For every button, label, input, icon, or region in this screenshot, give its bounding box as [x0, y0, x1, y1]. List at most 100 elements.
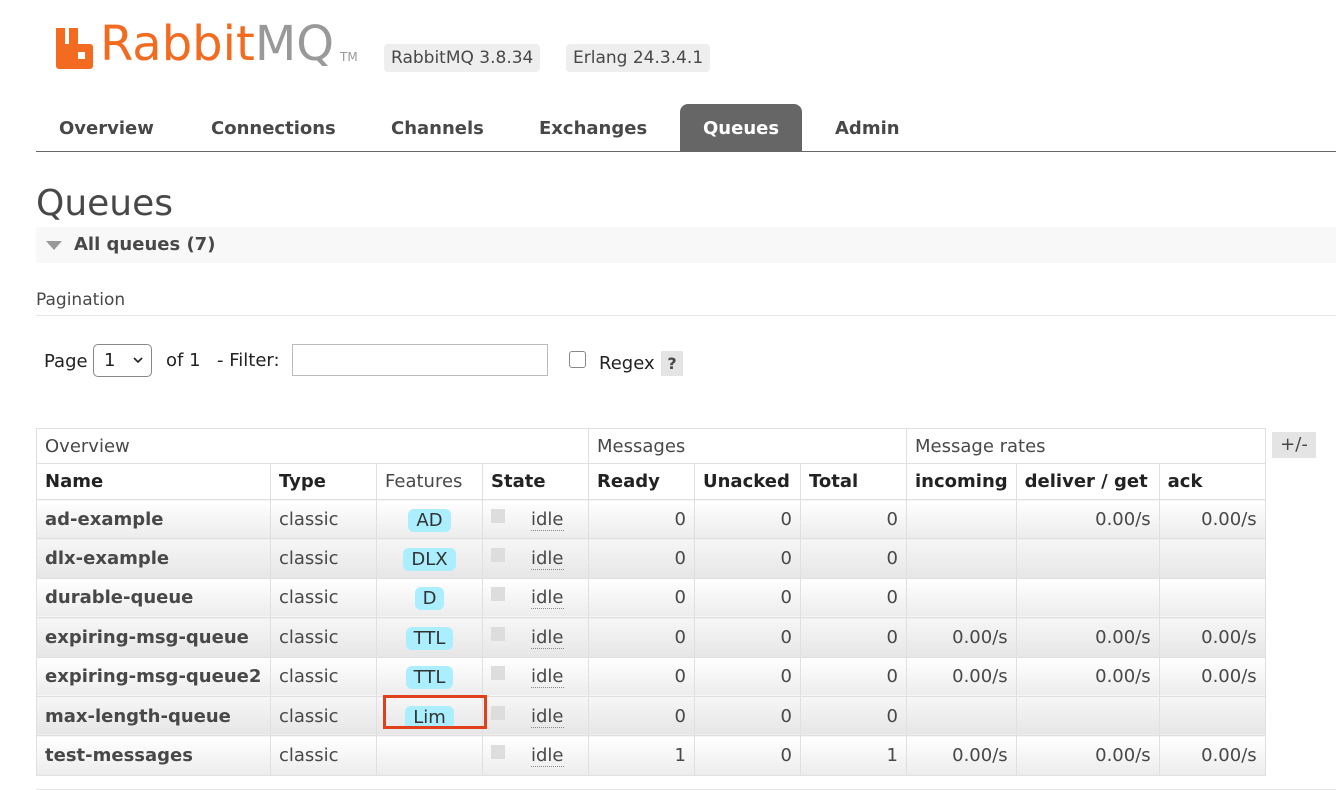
incoming-rate	[906, 498, 1017, 540]
table-row: expiring-msg-queue classic TTL idle 0 0 …	[36, 617, 1266, 658]
queue-name-link[interactable]: durable-queue	[36, 577, 271, 619]
page-label: Page	[44, 350, 88, 372]
unacked-count: 0	[694, 617, 801, 658]
column-header-ack[interactable]: ack	[1158, 463, 1266, 500]
feature-badge[interactable]: DLX	[403, 548, 456, 572]
tab-channels[interactable]: Channels	[368, 104, 507, 151]
unacked-count: 0	[694, 498, 801, 540]
total-count: 0	[800, 498, 907, 540]
feature-badge[interactable]: AD	[408, 508, 451, 532]
tab-queues[interactable]: Queues	[680, 104, 803, 151]
ack-rate	[1158, 577, 1266, 619]
state-cell: idle	[482, 735, 589, 776]
unacked-count: 0	[694, 577, 801, 619]
state-label[interactable]: idle	[531, 508, 564, 531]
queue-name-link[interactable]: expiring-msg-queue	[36, 617, 271, 658]
page-select[interactable]: 1	[93, 344, 152, 377]
ready-count: 0	[588, 577, 695, 619]
state-indicator	[491, 548, 505, 563]
total-count: 1	[800, 735, 907, 776]
column-header-total[interactable]: Total	[800, 463, 907, 500]
queue-name-link[interactable]: expiring-msg-queue2	[36, 656, 271, 697]
feature-badge[interactable]: TTL	[405, 666, 454, 690]
deliver-get-rate	[1015, 577, 1160, 619]
filter-input[interactable]	[292, 344, 548, 376]
state-label[interactable]: idle	[531, 705, 564, 728]
features-cell: TTL	[376, 617, 483, 658]
column-header-name[interactable]: Name	[36, 463, 271, 500]
regex-help-button[interactable]: ?	[661, 351, 683, 376]
column-header-deliver-get[interactable]: deliver / get	[1015, 463, 1160, 500]
ready-count: 0	[588, 498, 695, 540]
state-cell: idle	[482, 617, 589, 658]
regex-label: Regex	[599, 353, 655, 374]
all-queues-section-toggle[interactable]: All queues (7)	[36, 227, 1336, 263]
ready-count: 0	[588, 695, 695, 737]
total-count: 0	[800, 656, 907, 697]
tab-exchanges[interactable]: Exchanges	[516, 104, 670, 151]
column-header-state[interactable]: State	[482, 463, 589, 500]
tab-connections[interactable]: Connections	[188, 104, 359, 151]
trademark-label: TM	[340, 50, 358, 64]
state-label[interactable]: idle	[531, 745, 564, 768]
table-row: ad-example classic AD idle 0 0 0 0.00/s …	[36, 498, 1266, 540]
total-count: 0	[800, 577, 907, 619]
state-label[interactable]: idle	[531, 587, 564, 610]
unacked-count: 0	[694, 538, 801, 579]
toggle-columns-button[interactable]: +/-	[1272, 432, 1316, 458]
incoming-rate: 0.00/s	[906, 656, 1017, 697]
regex-checkbox[interactable]	[569, 351, 586, 368]
queue-name-link[interactable]: dlx-example	[36, 538, 271, 579]
table-row: dlx-example classic DLX idle 0 0 0	[36, 538, 1266, 579]
tab-admin[interactable]: Admin	[812, 104, 923, 151]
rabbitmq-logo[interactable]: RabbitMQ TM	[54, 14, 358, 70]
table-row: max-length-queue classic Lim idle 0 0 0	[36, 695, 1266, 737]
table-row: expiring-msg-queue2 classic TTL idle 0 0…	[36, 656, 1266, 697]
queue-type: classic	[270, 498, 377, 540]
deliver-get-rate: 0.00/s	[1015, 617, 1160, 658]
group-header-overview: Overview	[36, 428, 589, 464]
incoming-rate: 0.00/s	[906, 617, 1017, 658]
deliver-get-rate: 0.00/s	[1015, 735, 1160, 776]
total-count: 0	[800, 695, 907, 737]
ack-rate	[1158, 538, 1266, 579]
state-indicator	[491, 745, 505, 760]
feature-badge[interactable]: D	[414, 587, 445, 611]
queue-name-link[interactable]: ad-example	[36, 498, 271, 540]
state-indicator	[491, 666, 505, 681]
queue-name-link[interactable]: max-length-queue	[36, 695, 271, 737]
queue-type: classic	[270, 617, 377, 658]
page-count-label: of 1	[166, 350, 201, 371]
tab-overview[interactable]: Overview	[36, 104, 177, 151]
rabbitmq-version-badge: RabbitMQ 3.8.34	[384, 44, 541, 72]
column-header-features: Features	[376, 463, 483, 500]
state-indicator	[491, 626, 505, 641]
feature-badge[interactable]: TTL	[405, 626, 454, 650]
ack-rate: 0.00/s	[1158, 735, 1266, 776]
group-header-message-rates: Message rates	[906, 428, 1266, 464]
ack-rate: 0.00/s	[1158, 498, 1266, 540]
features-cell: DLX	[376, 538, 483, 579]
deliver-get-rate: 0.00/s	[1015, 656, 1160, 697]
column-header-unacked[interactable]: Unacked	[694, 463, 801, 500]
column-header-type[interactable]: Type	[270, 463, 377, 500]
queue-type: classic	[270, 695, 377, 737]
deliver-get-rate: 0.00/s	[1015, 498, 1160, 540]
queue-name-link[interactable]: test-messages	[36, 735, 271, 776]
deliver-get-rate	[1015, 695, 1160, 737]
state-label[interactable]: idle	[531, 666, 564, 689]
state-label[interactable]: idle	[531, 548, 564, 571]
unacked-count: 0	[694, 656, 801, 697]
feature-badge[interactable]: Lim	[405, 705, 454, 729]
column-header-incoming[interactable]: incoming	[906, 463, 1017, 500]
incoming-rate	[906, 538, 1017, 579]
state-label[interactable]: idle	[531, 626, 564, 649]
column-header-ready[interactable]: Ready	[588, 463, 695, 500]
rabbitmq-logo-icon	[54, 24, 94, 70]
state-cell: idle	[482, 656, 589, 697]
group-header-messages: Messages	[588, 428, 907, 464]
section-title: All queues (7)	[74, 234, 216, 255]
state-cell: idle	[482, 695, 589, 737]
state-indicator	[491, 705, 505, 720]
ready-count: 0	[588, 617, 695, 658]
